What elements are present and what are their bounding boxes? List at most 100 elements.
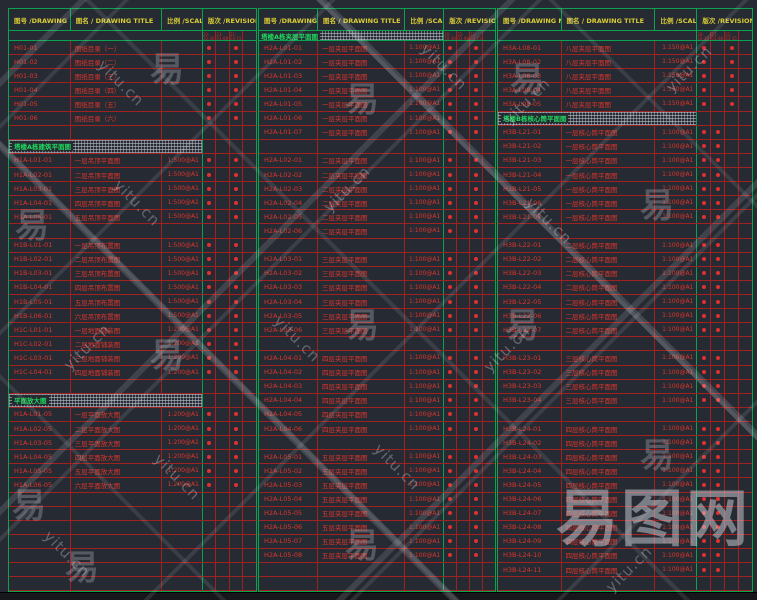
drawing-no-cell: H3B-L24-11 bbox=[498, 563, 562, 576]
drawing-no-cell: H01-06 bbox=[9, 112, 71, 125]
table-row: H2A-L03-05三层夹层平面图1:100@A1 bbox=[259, 309, 495, 323]
revision-subcell bbox=[243, 168, 256, 181]
revision-subcell bbox=[711, 295, 725, 308]
revision-mark-icon bbox=[474, 356, 478, 360]
revision-subcell bbox=[697, 493, 711, 506]
empty-row bbox=[9, 549, 256, 563]
revision-subcell bbox=[739, 366, 752, 379]
drawing-no-cell: H2A-L05-08 bbox=[259, 549, 318, 562]
revision-subcell bbox=[697, 478, 711, 491]
table-subheader-row: 20-10-3021-01-0821-03-15 bbox=[498, 31, 752, 41]
cad-drawing-list-canvas[interactable]: 图号 /DRAWING NO.图名 / DRAWING TITLE比例 /SCA… bbox=[0, 0, 757, 600]
scale-cell bbox=[655, 408, 697, 421]
revision-mark-icon bbox=[716, 525, 720, 529]
revision-subcell bbox=[457, 450, 470, 463]
revision-subcell bbox=[697, 267, 711, 280]
revision-cells bbox=[697, 168, 752, 181]
revision-subcell bbox=[483, 55, 495, 68]
revision-subcell bbox=[243, 267, 256, 280]
revision-subcell bbox=[711, 309, 725, 322]
revision-mark-icon bbox=[474, 173, 478, 177]
revision-subcell bbox=[470, 436, 483, 449]
revision-subcell bbox=[203, 563, 217, 576]
drawing-title-cell: 三层核心筒平面图 bbox=[562, 366, 656, 379]
revision-subcell bbox=[230, 380, 244, 393]
revision-subcell bbox=[444, 436, 457, 449]
scale-cell: 1:100@A1 bbox=[655, 309, 697, 322]
revision-cells bbox=[697, 450, 752, 463]
revision-subcell bbox=[243, 549, 256, 562]
revision-subcell bbox=[457, 493, 470, 506]
revision-mark-icon bbox=[234, 356, 238, 360]
revision-cells bbox=[444, 422, 495, 435]
drawing-no-cell: H1A-L05-01 bbox=[9, 210, 71, 223]
revision-mark-icon bbox=[716, 328, 720, 332]
table-row: H1B-L03-01三层吊顶布置图1:500@A1 bbox=[9, 267, 256, 281]
revision-cells bbox=[203, 478, 256, 491]
revision-mark-icon bbox=[207, 102, 211, 106]
revision-mark-icon bbox=[702, 74, 706, 78]
revision-subcell bbox=[203, 323, 217, 336]
revision-cells bbox=[697, 436, 752, 449]
drawing-no-cell: H2A-L01-05 bbox=[259, 97, 318, 110]
revision-mark-icon bbox=[448, 398, 452, 402]
drawing-no-cell: H2A-L03-03 bbox=[259, 281, 318, 294]
revision-subcell bbox=[216, 267, 230, 280]
scale-cell: 1:100@A1 bbox=[405, 478, 444, 491]
empty-row bbox=[9, 521, 256, 535]
scale-cell: 1:200@A1 bbox=[162, 366, 203, 379]
revision-subcell bbox=[470, 295, 483, 308]
col-header-drawing-no: 图号 /DRAWING NO. bbox=[9, 9, 71, 30]
revision-mark-icon bbox=[474, 328, 478, 332]
revision-subcell bbox=[444, 281, 457, 294]
revision-subcell bbox=[444, 351, 457, 364]
revision-date-subcell: 20-10-30 bbox=[203, 31, 217, 40]
revision-subcell bbox=[711, 337, 725, 350]
revision-cells bbox=[444, 267, 495, 280]
revision-subcell bbox=[739, 507, 752, 520]
revision-mark-icon bbox=[702, 553, 706, 557]
revision-mark-icon bbox=[474, 370, 478, 374]
revision-cells bbox=[444, 337, 495, 350]
scale-cell: 1:100@A1 bbox=[655, 478, 697, 491]
revision-mark-icon bbox=[448, 116, 452, 120]
table-row: H2A-L01-06一层夹层平面图1:100@A1 bbox=[259, 112, 495, 126]
revision-subcell bbox=[725, 450, 739, 463]
revision-cells bbox=[697, 323, 752, 336]
revision-date-subcell: 21-01-08 bbox=[216, 31, 230, 40]
table-row: H2A-L02-02二层夹层平面图1:100@A1 bbox=[259, 168, 495, 182]
revision-subcell bbox=[697, 535, 711, 548]
revision-subcell bbox=[725, 577, 739, 590]
subheader-left-span bbox=[9, 31, 203, 40]
revision-subcell bbox=[697, 182, 711, 195]
revision-subcell bbox=[243, 436, 256, 449]
table-row: H2A-L04-02四层夹层平面图1:100@A1 bbox=[259, 366, 495, 380]
revision-subcell bbox=[230, 154, 244, 167]
revision-subcell bbox=[739, 549, 752, 562]
revision-mark-icon bbox=[448, 314, 452, 318]
revision-mark-icon bbox=[716, 356, 720, 360]
revision-subcell bbox=[711, 168, 725, 181]
revision-subcell bbox=[725, 224, 739, 237]
revision-mark-icon bbox=[474, 74, 478, 78]
revision-cells bbox=[697, 224, 752, 237]
table-row: H1A-L02-01二层吊顶平面图1:500@A1 bbox=[9, 168, 256, 182]
revision-subcell bbox=[711, 239, 725, 252]
revision-mark-icon bbox=[234, 158, 238, 162]
revision-subcell bbox=[483, 337, 495, 350]
revision-subcell bbox=[739, 478, 752, 491]
table-row: H3B-L23-03三层核心筒平面图1:100@A1 bbox=[498, 380, 752, 394]
scale-cell: 1:100@A1 bbox=[405, 366, 444, 379]
revision-subcell bbox=[444, 309, 457, 322]
revision-mark-icon bbox=[716, 398, 720, 402]
revision-subcell bbox=[243, 97, 256, 110]
revision-mark-icon bbox=[730, 88, 734, 92]
revision-subcell bbox=[697, 83, 711, 96]
revision-subcell bbox=[230, 563, 244, 576]
revision-subcell bbox=[457, 408, 470, 421]
table-row: H3B-L21-03一层核心筒平面图1:100@A1 bbox=[498, 154, 752, 168]
revision-subcell bbox=[243, 140, 256, 153]
drawing-title-cell: 一层夹层平面图 bbox=[318, 41, 405, 54]
revision-subcell bbox=[739, 112, 752, 125]
drawing-no-cell: H3B-L24-10 bbox=[498, 549, 562, 562]
